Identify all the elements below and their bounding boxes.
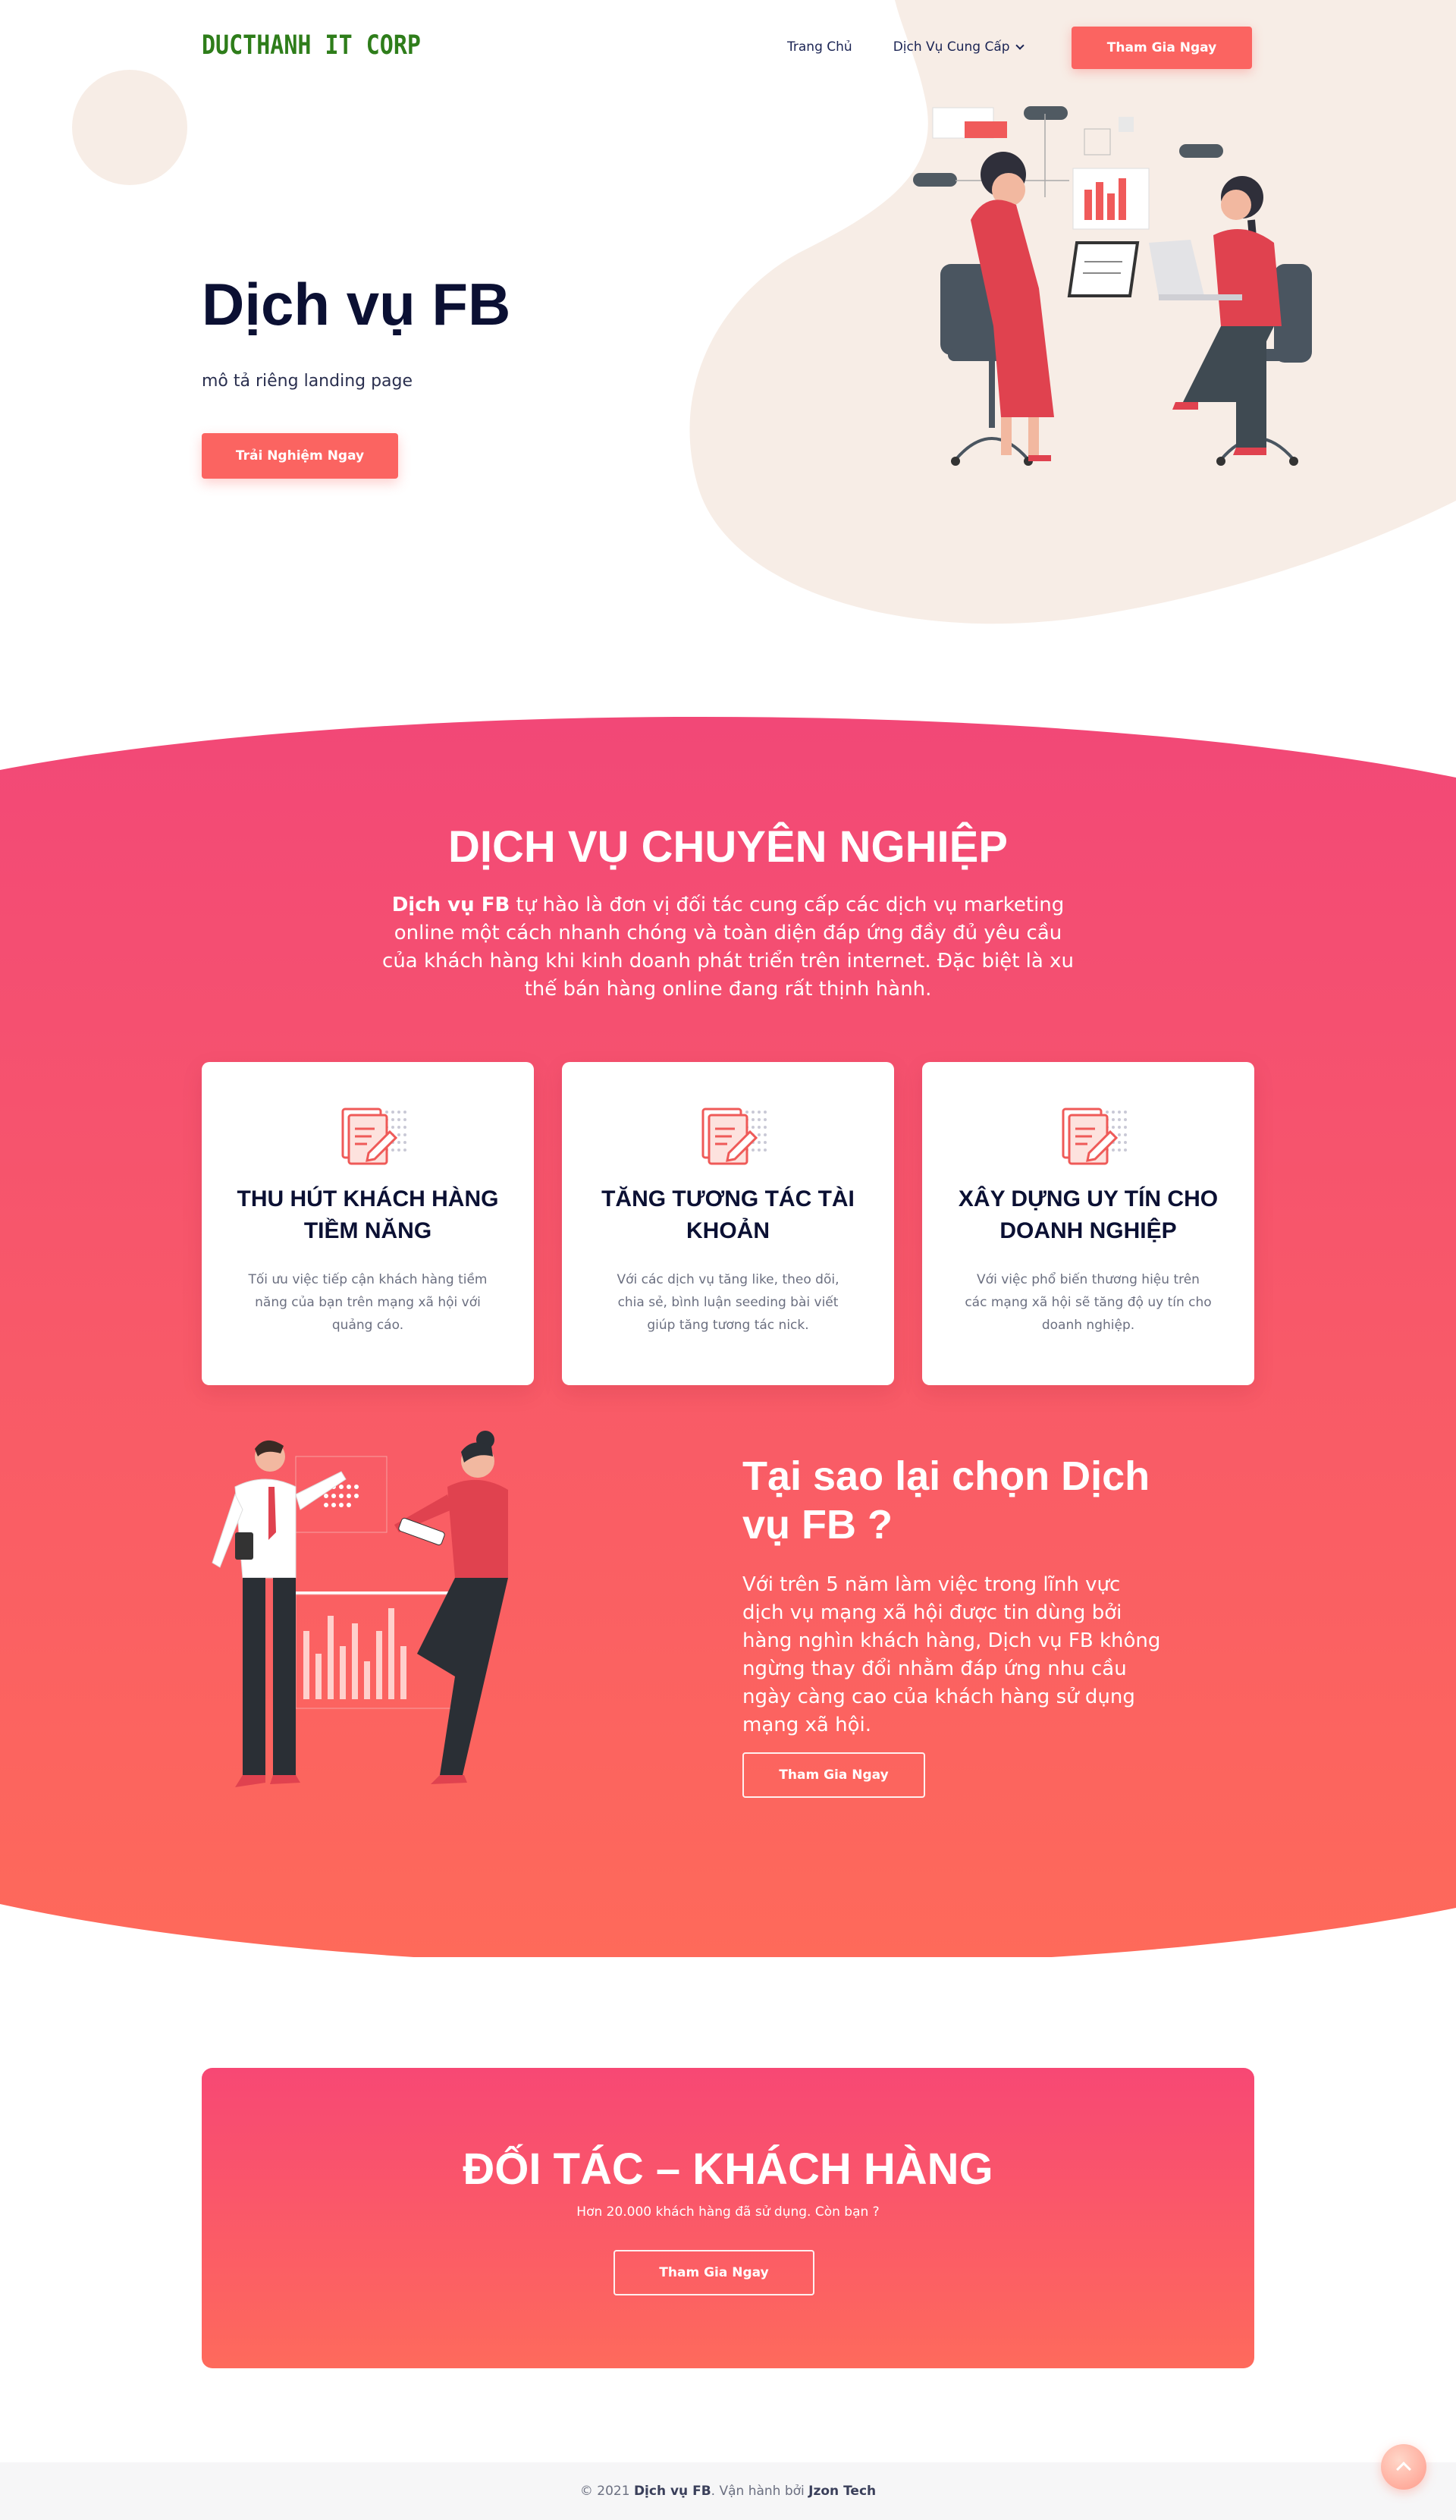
service-card-description: Với các dịch vụ tăng like, theo dõi, chi… [617,1272,839,1333]
chevron-down-icon [1015,40,1025,50]
document-edit-icon [1062,1108,1127,1165]
services-intro: Dịch vụ FB tự hào là đơn vị đối tác cung… [375,891,1081,1004]
services-title: DỊCH VỤ CHUYÊN NGHIỆP [448,822,1008,872]
service-card-description: Với việc phổ biến thương hiệu trên các m… [965,1272,1212,1333]
footer-brand: Dịch vụ FB [633,2484,711,2499]
service-card-title: XÂY DỰNG UY TÍN CHO DOANH NGHIỆP [958,1186,1219,1243]
header-join-button[interactable]: Tham Gia Ngay [1072,27,1252,69]
why-join-button[interactable]: Tham Gia Ngay [742,1752,925,1798]
document-edit-icon [701,1108,767,1165]
partner-join-button[interactable]: Tham Gia Ngay [613,2250,814,2295]
document-edit-icon [341,1108,406,1165]
partner-subtitle: Hơn 20.000 khách hàng đã sử dụng. Còn bạ… [576,2204,880,2220]
partner-banner: ĐỐI TÁC – KHÁCH HÀNG Hơn 20.000 khách hà… [202,2068,1254,2368]
why-description: Với trên 5 năm làm việc trong lĩnh vực d… [742,1573,1161,1736]
nav-item-home[interactable]: Trang Chủ [787,27,852,67]
service-card[interactable]: XÂY DỰNG UY TÍN CHO DOANH NGHIỆP Với việ… [922,1062,1254,1385]
hero-illustration [913,106,1312,466]
footer-copyright: © 2021 Dịch vụ FB. Vận hành bởi Jzon Tec… [0,2484,1456,2499]
site-header: DUCTHANH IT CORP Trang Chủ Dịch Vụ Cung … [0,0,1456,91]
scroll-to-top-button[interactable] [1381,2444,1426,2490]
service-card[interactable]: TĂNG TƯƠNG TÁC TÀI KHOẢN Với các dịch vụ… [562,1062,894,1385]
hero-title: Dịch vụ FB [202,271,511,338]
footer-middle: . Vận hành bởi [711,2484,809,2499]
hero-try-button[interactable]: Trải Nghiệm Ngay [202,433,398,479]
nav-item-services-label: Dịch Vụ Cung Cấp [893,39,1010,55]
site-logo[interactable]: DUCTHANH IT CORP [202,30,421,61]
service-card[interactable]: THU HÚT KHÁCH HÀNG TIỀM NĂNG Tối ưu việc… [202,1062,534,1385]
services-intro-brand: Dịch vụ FB [391,894,510,916]
chevron-up-icon [1396,2462,1411,2477]
service-cards: THU HÚT KHÁCH HÀNG TIỀM NĂNG Tối ưu việc… [202,1062,1254,1385]
service-card-title: THU HÚT KHÁCH HÀNG TIỀM NĂNG [237,1186,499,1243]
partner-title: ĐỐI TÁC – KHÁCH HÀNG [463,2145,993,2194]
footer-prefix: © 2021 [579,2484,634,2499]
site-footer: © 2021 Dịch vụ FB. Vận hành bởi Jzon Tec… [0,2462,1456,2520]
service-card-title: TĂNG TƯƠNG TÁC TÀI KHOẢN [601,1186,855,1243]
hero-description: mô tả riêng landing page [202,372,413,391]
main-nav: Trang Chủ Dịch Vụ Cung Cấp [787,27,1025,67]
service-card-description: Tối ưu việc tiếp cận khách hàng tiềm năn… [248,1272,488,1333]
footer-operator[interactable]: Jzon Tech [808,2484,876,2499]
why-illustration [212,1431,508,1787]
why-title: Tại sao lại chọn Dịch vụ FB ? [742,1453,1150,1548]
nav-item-services[interactable]: Dịch Vụ Cung Cấp [893,27,1025,67]
